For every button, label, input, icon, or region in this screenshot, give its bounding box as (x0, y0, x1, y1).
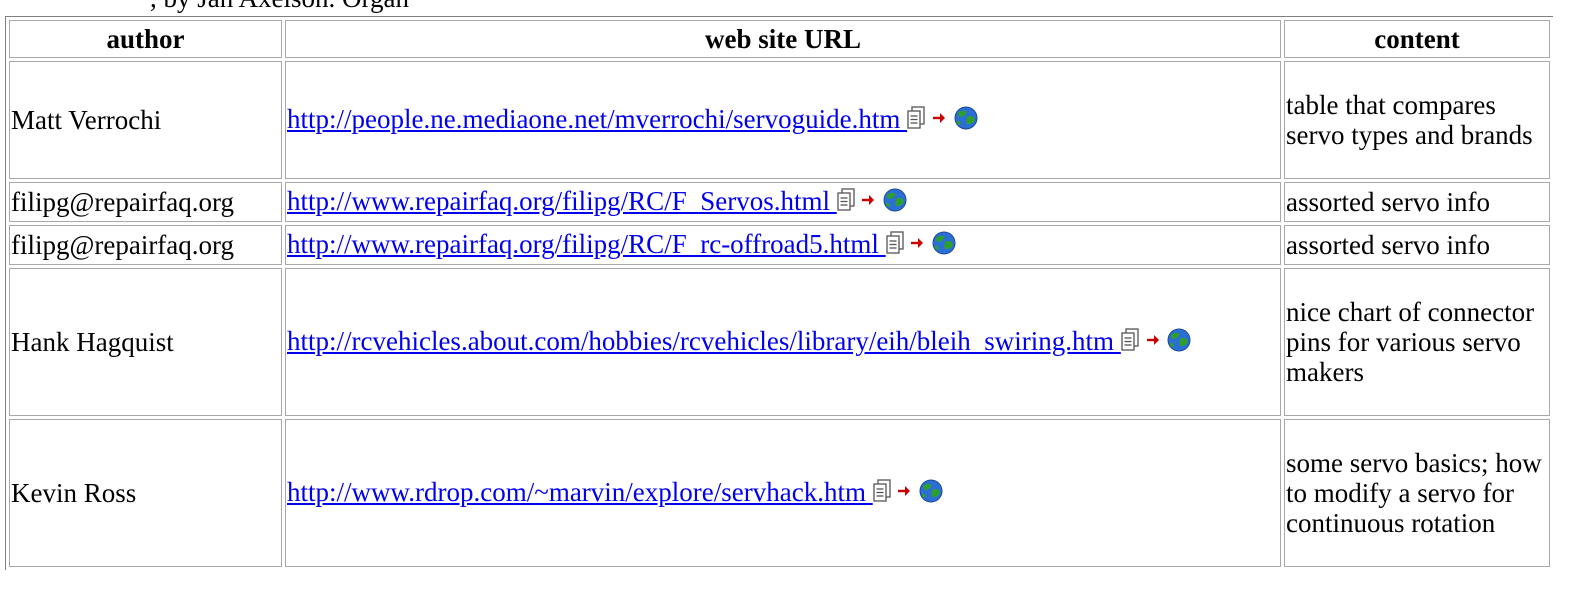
globe-icon (1167, 328, 1191, 352)
globe-icon (883, 188, 907, 212)
red-arrow-icon (911, 238, 924, 248)
link-icons[interactable] (1121, 328, 1193, 358)
globe-icon (919, 479, 943, 503)
globe-icon (954, 106, 978, 130)
table-row: Matt Verrochi http://people.ne.mediaone.… (9, 61, 1550, 179)
url-cell: http://rcvehicles.about.com/hobbies/rcve… (285, 268, 1281, 416)
table-row: Kevin Ross http://www.rdrop.com/~marvin/… (9, 419, 1550, 567)
link-icons[interactable] (837, 188, 909, 218)
author-cell: filipg@repairfaq.org (9, 225, 282, 265)
table-row: Hank Hagquist http://rcvehicles.about.co… (9, 268, 1550, 416)
header-url: web site URL (285, 20, 1281, 58)
header-content: content (1284, 20, 1550, 58)
link-icons[interactable] (907, 106, 979, 136)
table-row: filipg@repairfaq.org http://www.repairfa… (9, 225, 1550, 265)
link-icons[interactable] (873, 479, 945, 509)
url-link[interactable]: http://www.rdrop.com/~marvin/explore/ser… (287, 477, 873, 507)
clipped-caption: , by Jan Axelson. Organ (150, 0, 409, 13)
header-author: author (9, 20, 282, 58)
copy-page-icon (886, 231, 904, 254)
copy-page-icon (837, 188, 855, 211)
url-cell: http://www.repairfaq.org/filipg/RC/F_Ser… (285, 182, 1281, 222)
servo-links-table: author web site URL content Matt Verroch… (5, 16, 1553, 570)
red-arrow-icon (898, 486, 911, 496)
url-link[interactable]: http://rcvehicles.about.com/hobbies/rcve… (287, 326, 1121, 356)
table-row: filipg@repairfaq.org http://www.repairfa… (9, 182, 1550, 222)
red-arrow-icon (932, 113, 945, 123)
url-link[interactable]: http://www.repairfaq.org/filipg/RC/F_Ser… (287, 186, 837, 216)
page: , by Jan Axelson. Organ author web site … (0, 0, 1569, 591)
url-link[interactable]: http://people.ne.mediaone.net/mverrochi/… (287, 104, 907, 134)
author-cell: Hank Hagquist (9, 268, 282, 416)
copy-page-icon (873, 479, 891, 502)
content-cell: some servo basics; how to modify a servo… (1284, 419, 1550, 567)
author-cell: Matt Verrochi (9, 61, 282, 179)
red-arrow-icon (862, 195, 875, 205)
author-cell: Kevin Ross (9, 419, 282, 567)
url-link[interactable]: http://www.repairfaq.org/filipg/RC/F_rc-… (287, 229, 886, 259)
header-row: author web site URL content (9, 20, 1550, 58)
content-cell: assorted servo info (1284, 225, 1550, 265)
content-cell: table that compares servo types and bran… (1284, 61, 1550, 179)
copy-page-icon (1121, 328, 1139, 351)
copy-page-icon (907, 106, 925, 129)
url-cell: http://www.repairfaq.org/filipg/RC/F_rc-… (285, 225, 1281, 265)
red-arrow-icon (1146, 335, 1159, 345)
link-icons[interactable] (886, 231, 958, 261)
content-cell: nice chart of connector pins for various… (1284, 268, 1550, 416)
author-cell: filipg@repairfaq.org (9, 182, 282, 222)
url-cell: http://people.ne.mediaone.net/mverrochi/… (285, 61, 1281, 179)
globe-icon (932, 231, 956, 255)
url-cell: http://www.rdrop.com/~marvin/explore/ser… (285, 419, 1281, 567)
content-cell: assorted servo info (1284, 182, 1550, 222)
